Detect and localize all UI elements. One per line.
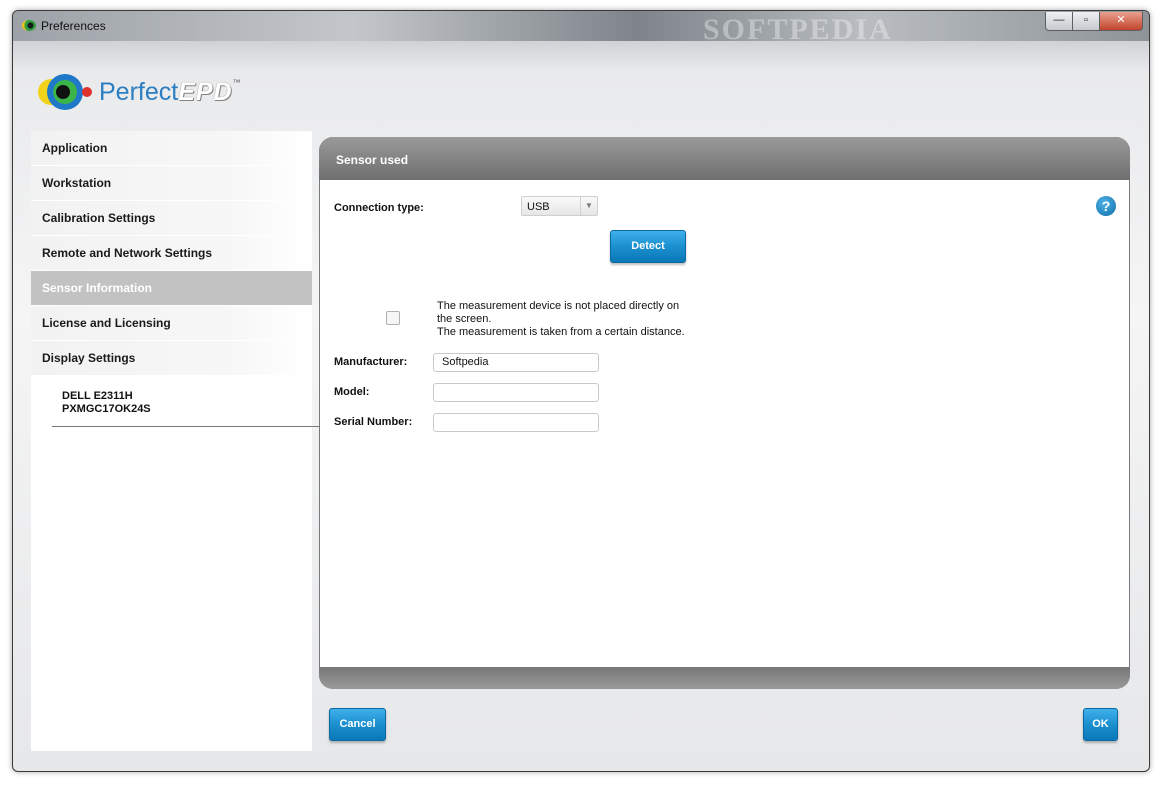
display-model: DELL E2311H	[62, 390, 133, 402]
cancel-button[interactable]: Cancel	[329, 708, 386, 741]
preferences-window: Preferences SOFTPEDIA — ▫ ✕ PerfectEPD™ …	[12, 10, 1150, 772]
maximize-button[interactable]: ▫	[1073, 12, 1099, 31]
display-serial: PXMGC17OK24S	[62, 403, 151, 415]
logo-circles-icon	[38, 74, 92, 110]
panel-body: Connection type: USB ▼ ? Detect The meas…	[320, 180, 1129, 667]
close-button[interactable]: ✕	[1099, 12, 1143, 31]
help-icon[interactable]: ?	[1096, 196, 1116, 216]
watermark: SOFTPEDIA	[703, 13, 893, 46]
window-title: Preferences	[41, 19, 106, 33]
checkbox-label-line1: The measurement device is not placed dir…	[437, 300, 680, 325]
serial-number-field[interactable]	[433, 413, 599, 432]
chevron-down-icon: ▼	[580, 197, 597, 215]
connection-type-label: Connection type:	[334, 202, 424, 214]
title-bar[interactable]: Preferences SOFTPEDIA — ▫ ✕	[13, 11, 1149, 46]
connection-type-select[interactable]: USB ▼	[521, 196, 598, 216]
sidebar-item-remote-network-settings[interactable]: Remote and Network Settings	[31, 236, 312, 271]
ok-button[interactable]: OK	[1083, 708, 1118, 741]
logo-tm: ™	[232, 78, 241, 87]
sidebar-item-application[interactable]: Application	[31, 131, 312, 166]
panel-header: Sensor used	[319, 137, 1130, 180]
app-icon	[22, 20, 36, 31]
manufacturer-label: Manufacturer:	[334, 356, 408, 368]
window-controls: — ▫ ✕	[1045, 12, 1143, 31]
manufacturer-field[interactable]	[433, 353, 599, 372]
sidebar-item-workstation[interactable]: Workstation	[31, 166, 312, 201]
sensor-panel: Sensor used Connection type: USB ▼ ? Det…	[319, 137, 1130, 689]
minimize-button[interactable]: —	[1045, 12, 1073, 31]
checkbox-label: The measurement device is not placed dir…	[437, 300, 697, 339]
connection-type-value: USB	[527, 201, 550, 213]
sidebar-item-calibration-settings[interactable]: Calibration Settings	[31, 201, 312, 236]
distance-measurement-checkbox[interactable]	[386, 311, 400, 325]
perfectepd-logo: PerfectEPD™	[35, 69, 275, 115]
sidebar-item-license[interactable]: License and Licensing	[31, 306, 312, 341]
panel-title: Sensor used	[336, 153, 409, 167]
panel-footer	[319, 667, 1130, 689]
detect-button[interactable]: Detect	[610, 230, 686, 263]
serial-number-label: Serial Number:	[334, 416, 413, 428]
sidebar: Application Workstation Calibration Sett…	[31, 131, 321, 751]
sidebar-item-display-settings[interactable]: Display Settings	[31, 341, 312, 376]
display-entry[interactable]: DELL E2311H PXMGC17OK24S	[52, 376, 321, 427]
model-field[interactable]	[433, 383, 599, 402]
sidebar-item-sensor-information[interactable]: Sensor Information	[31, 271, 312, 306]
checkbox-label-line2: The measurement is taken from a certain …	[437, 326, 685, 338]
model-label: Model:	[334, 386, 370, 398]
logo-text: PerfectEPD™	[99, 78, 241, 107]
logo-perfect: Perfect	[99, 78, 179, 106]
logo-epd: EPD	[178, 78, 233, 106]
